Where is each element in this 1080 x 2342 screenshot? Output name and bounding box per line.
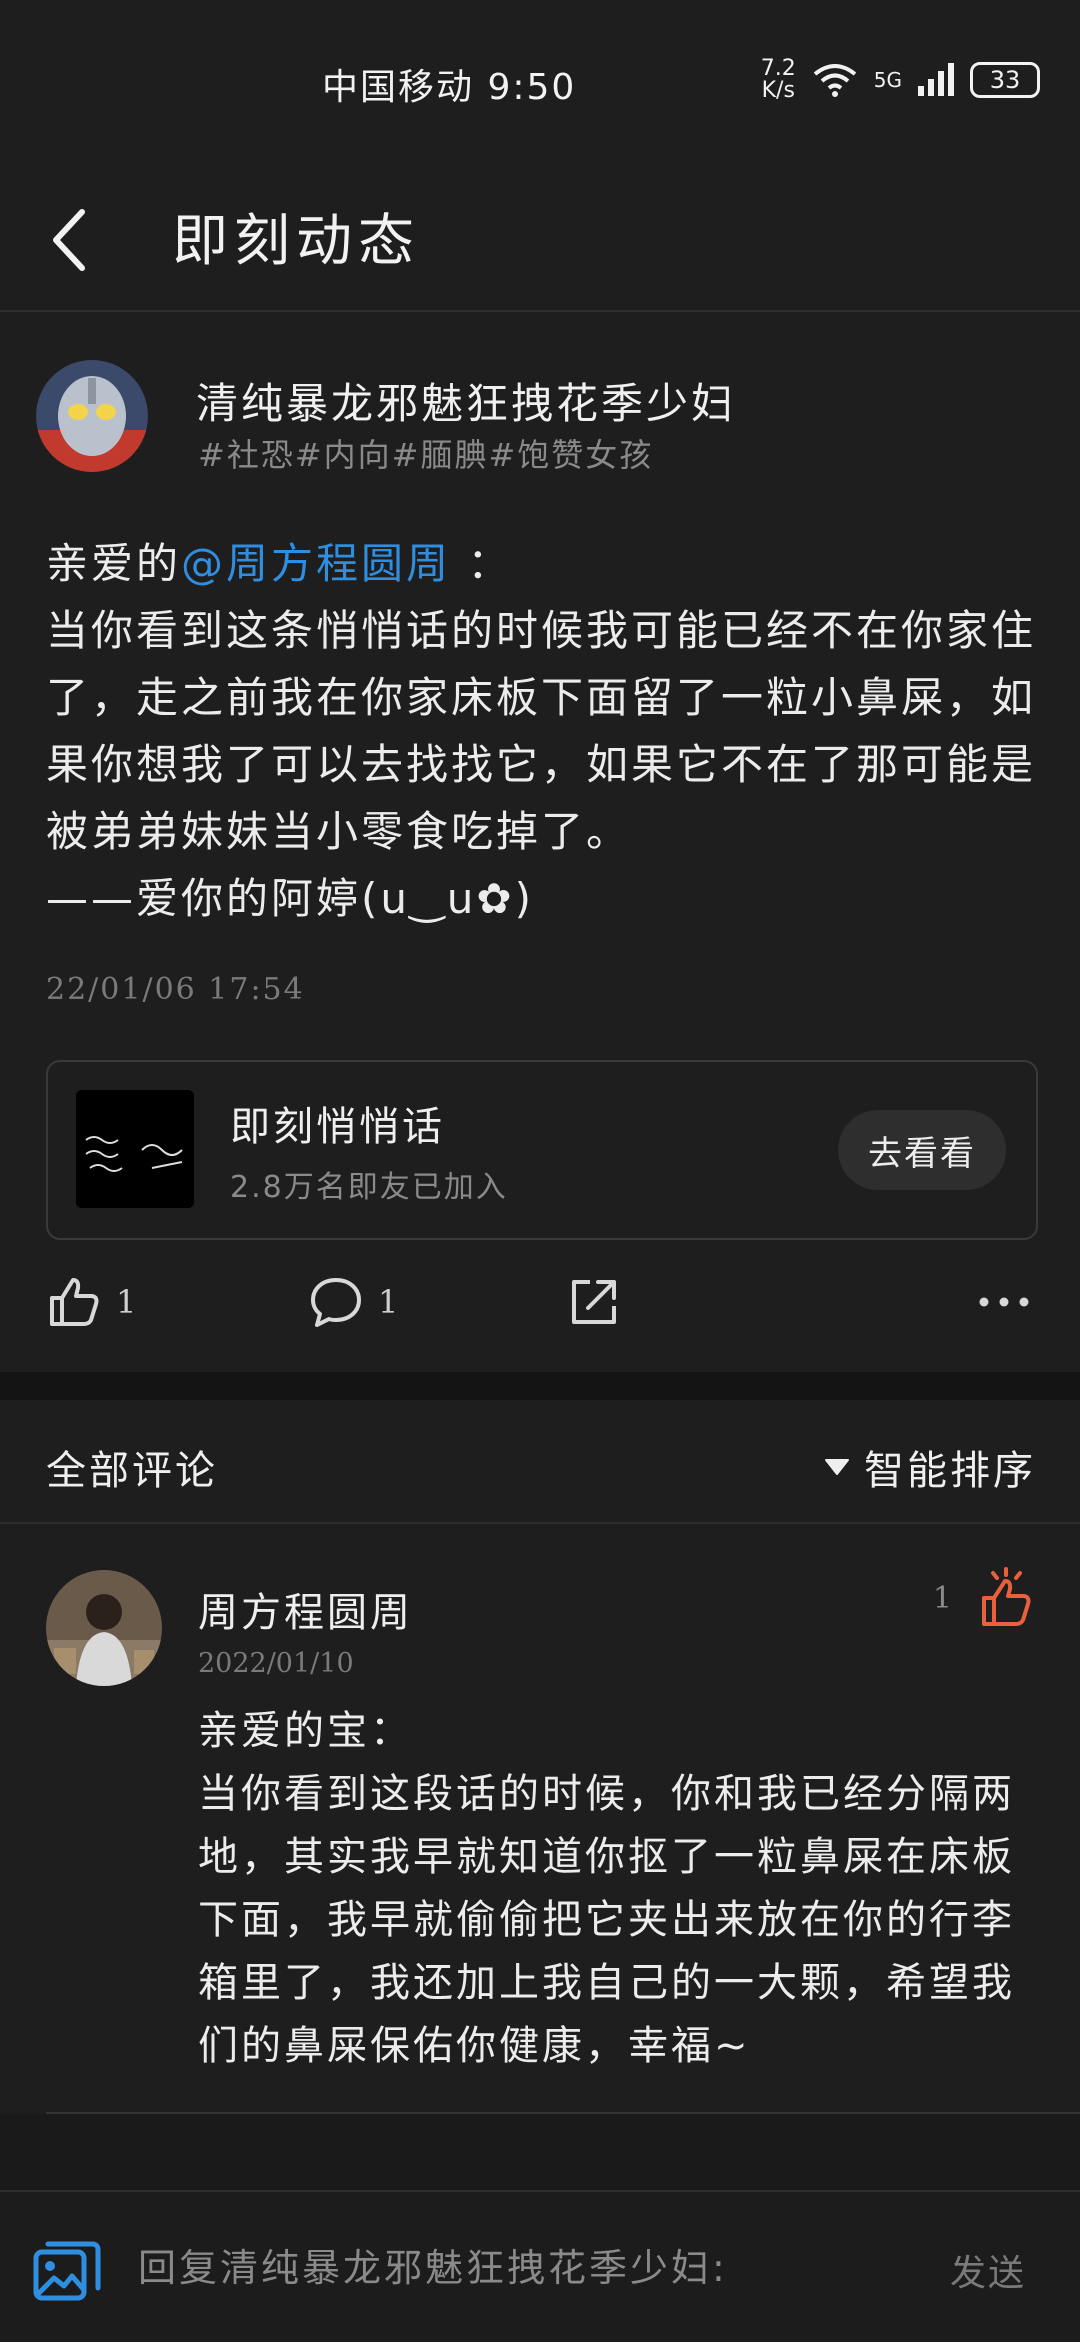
comment-date: 2022/01/10	[198, 1648, 354, 1679]
mention-link[interactable]: @周方程圆周	[181, 539, 451, 588]
net-speed-unit: K/s	[761, 78, 795, 103]
post-content: 亲爱的@周方程圆周 ： 当你看到这条悄悄话的时候我可能已经不在你家住了，走之前我…	[46, 530, 1046, 932]
empty-area	[0, 2114, 1080, 2190]
author-tags: #社恐#内向#腼腆#饱赞女孩	[198, 436, 654, 474]
net-speed: 7.2 K/s	[761, 58, 796, 102]
comment-body: 亲爱的宝： 当你看到这段话的时候，你和我已经分隔两地，其实我早就知道你抠了一粒鼻…	[198, 1708, 1015, 2069]
comments-header: 全部评论 智能排序	[0, 1400, 1080, 1524]
comment-button[interactable]: 1	[308, 1274, 398, 1330]
content-colon: ：	[451, 539, 513, 588]
signal-icon	[918, 63, 954, 96]
content-prefix: 亲爱的	[46, 539, 182, 588]
share-icon	[572, 1280, 616, 1324]
reply-bar: 发送	[0, 2190, 1080, 2342]
status-icons: 7.2 K/s 5G 33	[761, 58, 1040, 102]
net-speed-value: 7.2	[760, 56, 796, 81]
like-button[interactable]: 1	[46, 1274, 136, 1330]
thumbs-up-liked-icon	[982, 1567, 1031, 1626]
content-body: 当你看到这条悄悄话的时候我可能已经不在你家住了，走之前我在你家床板下面留了一粒小…	[46, 606, 1037, 923]
topic-name: 即刻悄悄话	[230, 1104, 445, 1150]
commenter-name[interactable]: 周方程圆周	[198, 1580, 413, 1638]
comment-like-button[interactable]: 1	[933, 1566, 1036, 1630]
post-card: 清纯暴龙邪魅狂拽花季少妇 #社恐#内向#腼腆#饱赞女孩 亲爱的@周方程圆周 ： …	[0, 312, 1080, 1372]
back-icon[interactable]	[40, 200, 100, 280]
topic-card[interactable]: 即刻悄悄话 2.8万名即友已加入 去看看	[46, 1060, 1038, 1240]
send-button[interactable]: 发送	[950, 2244, 1026, 2296]
section-divider	[0, 1372, 1080, 1400]
comment-like-count: 1	[932, 1580, 952, 1616]
sort-triangle-icon	[825, 1459, 849, 1475]
page-title: 即刻动态	[172, 209, 420, 274]
wifi-icon	[813, 64, 857, 97]
comment-item: 周方程圆周 2022/01/10 1 亲爱的宝： 当你看到这段话的时候，你和我已…	[0, 1524, 1080, 2114]
go-see-button[interactable]: 去看看	[838, 1110, 1006, 1190]
post-timestamp: 22/01/06 17:54	[46, 972, 305, 1007]
topic-member-count: 2.8万名即友已加入	[230, 1170, 508, 1205]
top-bar: 即刻动态	[0, 170, 1080, 312]
share-button[interactable]	[566, 1274, 622, 1330]
status-bar: 中国移动 9:50 7.2 K/s 5G 33	[0, 0, 1080, 170]
sort-label: 智能排序	[864, 1448, 1036, 1494]
network-type: 5G	[873, 68, 902, 92]
comments-title: 全部评论	[46, 1448, 218, 1494]
action-bar: 1 1	[0, 1274, 1080, 1364]
topic-thumbnail	[76, 1090, 194, 1208]
comment-icon	[311, 1278, 361, 1327]
like-count: 1	[116, 1283, 137, 1321]
sort-toggle[interactable]: 智能排序	[824, 1438, 1036, 1496]
commenter-avatar[interactable]	[46, 1570, 162, 1686]
battery-indicator: 33	[970, 62, 1040, 98]
more-icon	[979, 1297, 1029, 1307]
author-avatar[interactable]	[36, 360, 148, 472]
more-button[interactable]	[976, 1274, 1032, 1330]
carrier-time: 中国移动 9:50	[322, 67, 577, 108]
reply-input[interactable]	[136, 2232, 910, 2304]
thumbs-up-icon	[50, 1278, 99, 1326]
post-author-name[interactable]: 清纯暴龙邪魅狂拽花季少妇	[196, 370, 736, 431]
comment-count: 1	[378, 1283, 399, 1321]
image-icon[interactable]	[32, 2238, 102, 2302]
